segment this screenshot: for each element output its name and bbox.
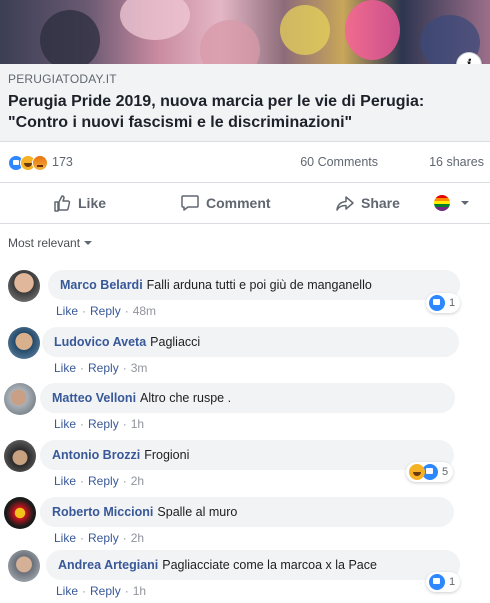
comment-reactions[interactable]: 1 [426,293,461,313]
comment-meta: Like · Reply · 1h [54,417,145,431]
avatar[interactable] [4,383,36,415]
comment-like-link[interactable]: Like [54,417,76,431]
comment-bubble: Roberto Miccioni Spalle al muro [40,497,454,527]
avatar[interactable] [8,270,40,302]
comment-reply-link[interactable]: Reply [88,361,119,375]
comment-author[interactable]: Andrea Artegiani [58,558,158,572]
comment-reaction-count: 1 [449,297,456,309]
comment-text: Spalle al muro [157,505,238,519]
shares-count[interactable]: 16 shares [429,155,484,169]
pride-avatar-icon [434,195,450,211]
share-button-label: Share [361,195,400,211]
comment-time[interactable]: 3m [131,361,148,375]
comment-bubble: Antonio Brozzi Frogioni [40,440,454,470]
comment-text: Falli arduna tutti e poi giù de manganel… [146,278,372,292]
like-button-label: Like [78,195,107,211]
comment-author[interactable]: Antonio Brozzi [52,448,140,462]
comment-button-label: Comment [206,195,271,211]
comment-reply-link[interactable]: Reply [90,584,121,598]
like-button[interactable]: Like [52,183,106,223]
comment-text: Pagliacciate come la marcoa x la Pace [162,558,377,572]
comment-meta: Like · Reply · 2h [54,531,145,545]
comment-like-link[interactable]: Like [54,531,76,545]
comments-count[interactable]: 60 Comments [300,155,378,169]
reaction-count[interactable]: 173 [52,155,73,169]
comment-author[interactable]: Ludovico Aveta [54,335,146,349]
link-preview[interactable]: PERUGIATODAY.IT Perugia Pride 2019, nuov… [0,64,490,142]
comment-like-link[interactable]: Like [54,361,76,375]
comment-bubble: Andrea Artegiani Pagliacciate come la mar… [46,550,460,580]
comment-text: Frogioni [144,448,190,462]
haha-reaction-icon [409,464,425,480]
comment-reply-link[interactable]: Reply [88,417,119,431]
comment-bubble: Marco Belardi Falli arduna tutti e poi gi… [48,270,460,300]
comment-reply-link[interactable]: Reply [88,474,119,488]
comment-reactions[interactable]: 5 [406,462,454,482]
comment-time[interactable]: 2h [131,531,144,545]
avatar[interactable] [8,550,40,582]
comment-time[interactable]: 48m [133,304,156,318]
sort-label: Most relevant [8,236,81,250]
comment-time[interactable]: 1h [131,417,144,431]
action-bar: Like Comment Share [0,182,490,224]
comment-meta: Like · Reply · 2h [54,474,145,488]
link-headline[interactable]: Perugia Pride 2019, nuova marcia per le … [8,91,448,133]
angry-reaction-icon [32,155,48,171]
post-image[interactable] [0,0,490,64]
like-reaction-icon [429,295,445,311]
comment-meta: Like · Reply · 1h [56,584,147,598]
thumbs-up-icon [54,195,71,212]
comment-like-link[interactable]: Like [54,474,76,488]
caret-down-icon [84,241,93,245]
comment-bubble: Ludovico Aveta Pagliacci [42,327,459,357]
comment-time[interactable]: 2h [131,474,144,488]
comment-author[interactable]: Matteo Velloni [52,391,136,405]
avatar[interactable] [4,440,36,472]
speech-bubble-icon [181,195,199,211]
comment-meta: Like · Reply · 3m [54,361,148,375]
link-domain: PERUGIATODAY.IT [8,72,117,86]
comment-author[interactable]: Marco Belardi [60,278,143,292]
comment-reaction-count: 5 [442,466,449,478]
reaction-selector-button[interactable] [434,183,476,223]
share-arrow-icon [336,196,354,211]
chevron-down-icon [461,201,469,205]
comment-text: Altro che ruspe . [140,391,232,405]
comment-like-link[interactable]: Like [56,584,78,598]
post-stats: 173 60 Comments 16 shares [0,142,490,182]
comment-reply-link[interactable]: Reply [88,531,119,545]
like-reaction-icon [429,574,445,590]
comment-reaction-count: 1 [449,576,456,588]
avatar[interactable] [8,327,40,359]
comment-like-link[interactable]: Like [56,304,78,318]
avatar[interactable] [4,497,36,529]
comment-reply-link[interactable]: Reply [90,304,121,318]
comment-text: Pagliacci [150,335,201,349]
comment-author[interactable]: Roberto Miccioni [52,505,153,519]
comment-bubble: Matteo Velloni Altro che ruspe . [40,383,455,413]
comment-button[interactable]: Comment [180,183,271,223]
comment-meta: Like · Reply · 48m [56,304,157,318]
comment-time[interactable]: 1h [133,584,146,598]
share-button[interactable]: Share [335,183,400,223]
comment-reactions[interactable]: 1 [426,572,461,592]
comment-sort-dropdown[interactable]: Most relevant [8,236,93,250]
